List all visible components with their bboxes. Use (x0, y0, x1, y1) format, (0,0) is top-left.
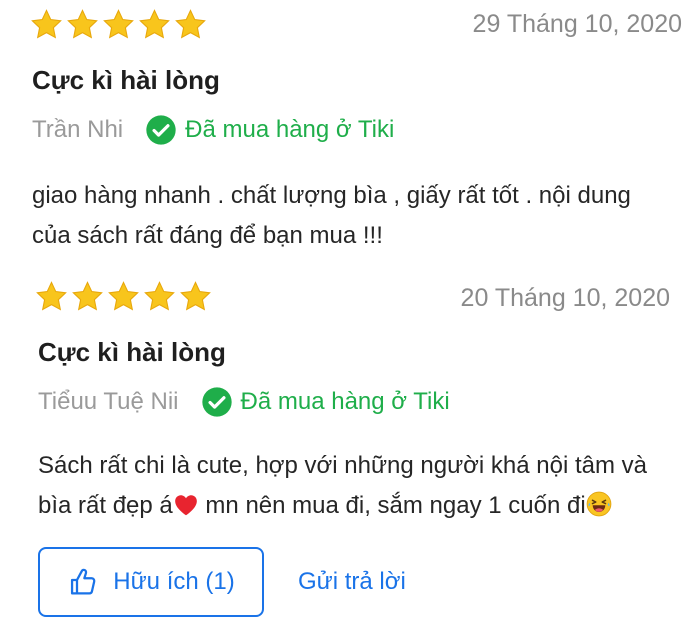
verified-purchase-badge: Đã mua hàng ở Tiki (145, 114, 394, 146)
review-content: Sách rất chi là cute, hợp với những ngườ… (38, 446, 688, 526)
review-content-line: Sách rất chi là cute, hợp với những ngườ… (38, 452, 647, 479)
verified-label: Đã mua hàng ở Tiki (240, 388, 450, 415)
review-actions: Hữu ích (1) Gửi trả lời (38, 547, 406, 617)
laughing-emoji-icon (586, 491, 612, 517)
star-icon (180, 281, 211, 311)
star-icon (72, 281, 103, 311)
thumbs-up-icon (71, 568, 96, 595)
star-rating (30, 8, 207, 41)
author-name: Tiểuu Tuệ Nii (38, 388, 179, 415)
review-content-text: bìa rất đẹp á (38, 492, 173, 519)
review-title: Cực kì hài lòng (38, 337, 226, 367)
heart-emoji-icon (174, 495, 197, 516)
review-date: 20 Tháng 10, 2020 (460, 284, 670, 312)
star-icon (67, 9, 98, 39)
star-icon (139, 9, 170, 39)
check-circle-icon (146, 115, 176, 145)
star-icon (103, 9, 134, 39)
star-icon (36, 281, 67, 311)
star-icon (31, 9, 62, 39)
star-icon (175, 9, 206, 39)
star-icon (108, 281, 139, 311)
review-date: 29 Tháng 10, 2020 (472, 10, 682, 38)
verified-purchase-badge: Đã mua hàng ở Tiki (201, 386, 450, 418)
review-content-line: giao hàng nhanh . chất lượng bìa , giấy … (32, 182, 631, 209)
star-icon (144, 281, 175, 311)
review-content: giao hàng nhanh . chất lượng bìa , giấy … (32, 176, 682, 256)
review-content-line-with-emoji: bìa rất đẹp á mn nên mua đi, sắm ngay 1 … (38, 486, 688, 526)
verified-label: Đã mua hàng ở Tiki (185, 116, 395, 143)
review-content-line: của sách rất đáng để bạn mua !!! (32, 222, 383, 249)
star-rating (35, 280, 212, 313)
author-row: Tiểuu Tuệ Nii Đã mua hàng ở Tiki (38, 386, 450, 418)
review-content-text: mn nên mua đi, sắm ngay 1 cuốn đi (198, 492, 586, 519)
author-name: Trần Nhi (32, 116, 124, 143)
check-circle-icon (201, 387, 232, 417)
review-title: Cực kì hài lòng (32, 65, 220, 95)
reply-link[interactable]: Gửi trả lời (298, 568, 406, 596)
helpful-label: Hữu ích (1) (113, 568, 235, 595)
helpful-button[interactable]: Hữu ích (1) (38, 547, 264, 617)
author-row: Trần Nhi Đã mua hàng ở Tiki (32, 114, 394, 146)
